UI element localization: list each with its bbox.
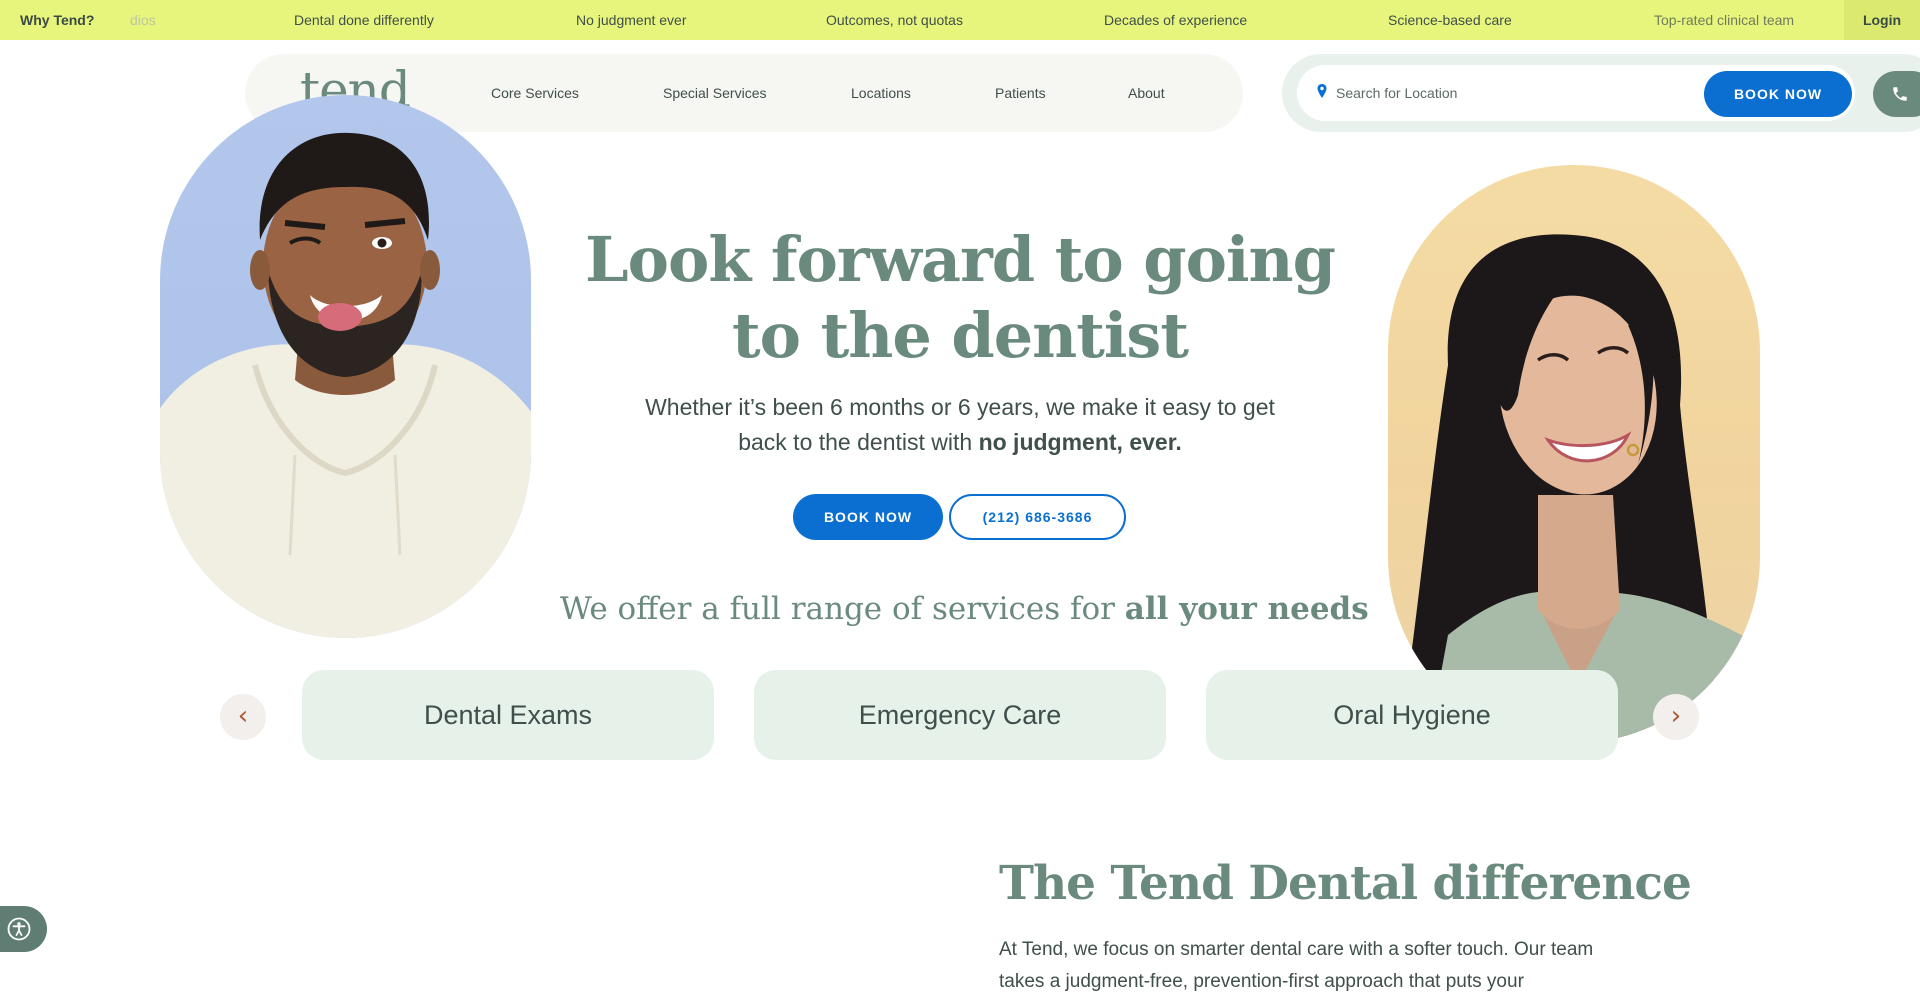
chevron-left-icon: ‹ <box>237 701 249 731</box>
hero-title-line-1: Look forward to going <box>585 223 1336 296</box>
service-card-oral-hygiene[interactable]: Oral Hygiene <box>1206 670 1618 760</box>
hero-photo-woman <box>1388 165 1760 743</box>
announcement-item: Science-based care <box>1388 12 1512 28</box>
announcement-item: Top-rated clinical team <box>1654 12 1795 28</box>
service-card-label: Dental Exams <box>423 700 593 730</box>
difference-title: The Tend Dental difference <box>999 856 1692 911</box>
hero-title: Look forward to going to the dentist <box>560 222 1360 374</box>
nav-about[interactable]: About <box>1128 80 1165 106</box>
carousel-prev-button[interactable]: ‹ <box>220 694 266 740</box>
announcement-faded-item: dios <box>130 12 156 28</box>
hero-photo-man <box>160 95 531 638</box>
nav-locations[interactable]: Locations <box>851 80 911 106</box>
why-tend-link[interactable]: Why Tend? <box>20 0 94 40</box>
announcement-bar: Why Tend? dios Dental done differently N… <box>0 0 1920 40</box>
services-heading-emphasis: all your needs <box>1124 591 1369 627</box>
service-card-label: Oral Hygiene <box>1333 700 1491 730</box>
service-card-label: Emergency Care <box>858 700 1062 730</box>
service-card-emergency-care[interactable]: Emergency Care <box>754 670 1166 760</box>
hero-subtitle: Whether it’s been 6 months or 6 years, w… <box>620 390 1300 460</box>
phone-icon <box>1893 87 1907 101</box>
announcement-item: Decades of experience <box>1104 12 1248 28</box>
services-heading: We offer a full range of services for al… <box>560 584 1369 634</box>
service-card-dental-exams[interactable]: Dental Exams <box>302 670 714 760</box>
search-placeholder: Search for Location <box>1336 85 1458 101</box>
header-book-now-button[interactable]: BOOK NOW <box>1704 71 1852 117</box>
announcement-item: No judgment ever <box>576 12 687 28</box>
header-phone-button[interactable] <box>1873 71 1920 117</box>
hero-phone-button[interactable]: (212) 686-3686 <box>949 494 1126 540</box>
services-heading-text: We offer a full range of services for <box>560 591 1125 627</box>
accessibility-icon <box>7 917 31 941</box>
carousel-next-button[interactable]: › <box>1653 694 1699 740</box>
location-pin-icon <box>1317 84 1327 98</box>
nav-core-services[interactable]: Core Services <box>491 80 579 106</box>
hero-subtitle-emphasis: no judgment, ever. <box>978 429 1182 455</box>
hero-book-now-button[interactable]: BOOK NOW <box>793 494 943 540</box>
announcement-item: Dental done differently <box>294 12 434 28</box>
login-button[interactable]: Login <box>1844 0 1920 40</box>
accessibility-button[interactable] <box>0 906 47 952</box>
hero-title-line-2: to the dentist <box>732 299 1189 372</box>
nav-patients[interactable]: Patients <box>995 80 1046 106</box>
nav-special-services[interactable]: Special Services <box>663 80 767 106</box>
chevron-right-icon: › <box>1670 701 1682 731</box>
difference-body: At Tend, we focus on smarter dental care… <box>999 939 1594 992</box>
announcement-item: Outcomes, not quotas <box>826 12 963 28</box>
